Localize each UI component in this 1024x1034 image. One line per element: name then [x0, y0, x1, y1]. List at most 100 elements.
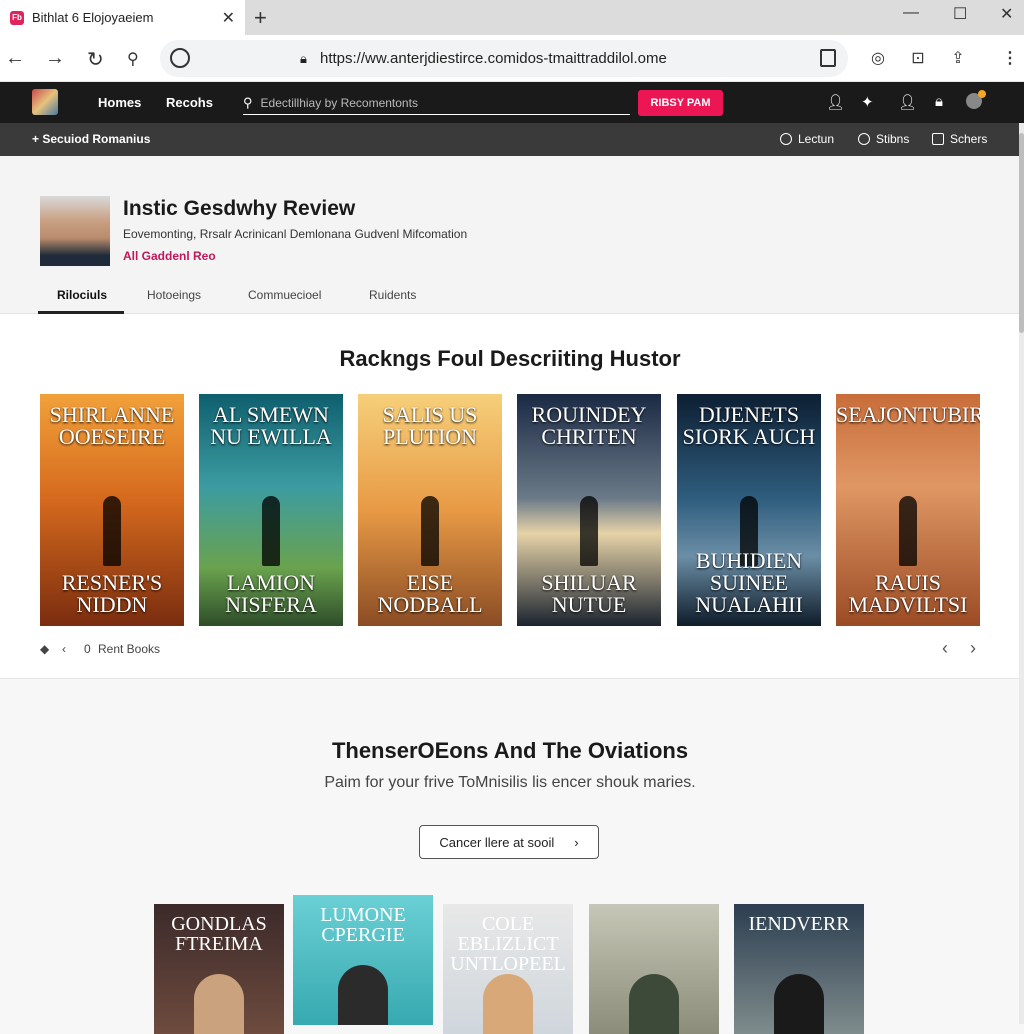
subnav-label: Lectun	[798, 132, 835, 146]
address-bar: ← → ↻ ⚲ 🔒︎ https://ww.anterjdiestirce.co…	[0, 35, 1024, 82]
nav-recohs[interactable]: Recohs	[166, 95, 213, 110]
window-close-icon[interactable]: ✕	[1000, 4, 1013, 24]
book-cover[interactable]: AL SMEWN NU EWILLA LAMION NISFERA	[199, 394, 343, 626]
clock-icon: 0	[84, 642, 91, 656]
subnav-lectun[interactable]: Lectun	[780, 132, 834, 146]
lock-icon[interactable]: 🔒︎	[300, 51, 307, 67]
book-subtitle: EISE NODBALL	[377, 570, 483, 617]
cta-button[interactable]: RIBSY PAM	[638, 90, 723, 116]
book-cover[interactable]: SHIRLANNE OOESEIRE RESNER'S NIDDN	[40, 394, 184, 626]
search-input[interactable]	[260, 95, 611, 110]
carousel-heading: Rackngs Foul Descriiting Hustor	[339, 346, 681, 371]
book-title: AL SMEWN NU EWILLA	[210, 402, 332, 449]
reader-icon[interactable]	[820, 49, 836, 67]
book-cover[interactable]: IENDVERR	[734, 904, 864, 1034]
notification-icon[interactable]	[966, 90, 986, 109]
book-figure	[262, 496, 280, 566]
site-favicon-icon: Fb	[10, 10, 24, 25]
breadcrumb-label: Secuiod Romanius	[42, 132, 151, 146]
avatar	[40, 196, 110, 266]
carousel-next-icon[interactable]: ›	[970, 638, 976, 659]
browser-tabstrip: Fb Bithlat 6 Elojoyaeiem ✕ + — ☐ ✕	[0, 0, 1024, 35]
prev-small-icon[interactable]: ‹	[62, 642, 66, 656]
share-icon[interactable]: ⇪	[948, 48, 968, 68]
book-title: GONDLAS FTREIMA	[171, 913, 267, 955]
subnav-label: Stibns	[876, 132, 910, 146]
book-figure	[338, 965, 388, 1025]
book-title: DIJENETS SIORK AUCH	[682, 402, 816, 449]
book-cover[interactable]: SALIS US PLUTION EISE NODBALL	[358, 394, 502, 626]
site-header: Homes Recohs ⚲ RIBSY PAM 👤︎ ✦ 👤︎ 🔒︎	[0, 82, 1024, 123]
book-figure	[629, 974, 679, 1034]
book-title: IENDVERR	[748, 913, 850, 935]
book-title: COLE EBLIZLICT UNTLOPEEL	[450, 913, 566, 975]
circle-icon	[780, 133, 792, 145]
tab-commuecioel[interactable]: Commuecioel	[248, 288, 321, 302]
search-icon[interactable]: ⚲	[243, 95, 253, 111]
book-subtitle: RAUIS MADVILTSI	[848, 570, 968, 617]
info-icon[interactable]	[170, 48, 190, 68]
book-cover[interactable]: COLE EBLIZLICT UNTLOPEEL	[443, 904, 573, 1034]
square-icon	[932, 133, 944, 145]
book-figure	[483, 974, 533, 1034]
book-subtitle: SHILUAR NUTUE	[541, 570, 637, 617]
url-field[interactable]: 🔒︎ https://ww.anterjdiestirce.comidos-tm…	[160, 40, 848, 77]
book-cover[interactable]: LUMONE CPERGIE	[293, 895, 433, 1025]
profile-icon[interactable]: 👤︎	[898, 93, 917, 111]
book-figure	[421, 496, 439, 566]
minimize-icon[interactable]: —	[903, 4, 919, 22]
maximize-icon[interactable]: ☐	[953, 4, 967, 24]
tab-rilociuls[interactable]: Rilociuls	[57, 288, 107, 302]
profile-link[interactable]: All Gaddenl Reo	[123, 249, 216, 263]
back-icon[interactable]: ←	[5, 47, 25, 70]
twitter-icon[interactable]: ✦	[861, 93, 874, 111]
site-logo[interactable]	[32, 89, 58, 115]
subnav-schers[interactable]: Schers	[932, 132, 987, 146]
book-title: ROUINDEY CHRITEN	[531, 402, 647, 449]
circle-icon	[858, 133, 870, 145]
book-cover[interactable]: DIJENETS SIORK AUCH BUHIDIEN SUINEE NUALA…	[677, 394, 821, 626]
book-subtitle: RESNER'S NIDDN	[61, 570, 163, 617]
lens-icon[interactable]: ⚲	[127, 49, 139, 69]
book-cover[interactable]	[589, 904, 719, 1034]
new-tab-icon[interactable]: +	[254, 5, 267, 31]
book-cover[interactable]: ROUINDEY CHRITEN SHILUAR NUTUE	[517, 394, 661, 626]
tab-ruidents[interactable]: Ruidents	[369, 288, 416, 302]
book-figure	[774, 974, 824, 1034]
tab-close-icon[interactable]: ✕	[222, 8, 235, 28]
subnav-label: Schers	[950, 132, 988, 146]
book-cover[interactable]: SEAJONTUBIRE RAUIS MADVILTSI	[836, 394, 980, 626]
page-title: Instic Gesdwhy Review	[123, 197, 356, 220]
scrollbar-thumb[interactable]	[1019, 133, 1024, 333]
tab-title: Bithlat 6 Elojoyaeiem	[32, 10, 154, 25]
book-figure	[194, 974, 244, 1034]
book-title: SALIS US PLUTION	[382, 402, 478, 449]
carousel-prev-icon[interactable]: ‹	[942, 638, 948, 659]
book-title: SHIRLANNE OOESEIRE	[49, 402, 175, 449]
subnav-stibns[interactable]: Stibns	[858, 132, 909, 146]
book-title: SEAJONTUBIRE	[836, 402, 980, 427]
nav-homes[interactable]: Homes	[98, 95, 141, 110]
carousel-label[interactable]: Rent Books	[98, 642, 160, 656]
thumbs-icon[interactable]: ◆	[40, 642, 49, 656]
tab-hotoeings[interactable]: Hotoeings	[147, 288, 201, 302]
browser-tab[interactable]: Fb Bithlat 6 Elojoyaeiem ✕	[0, 0, 245, 35]
page-scrollbar[interactable]	[1019, 123, 1024, 1024]
menu-icon[interactable]: ⋮	[1000, 48, 1020, 68]
user-icon[interactable]: 👤︎	[826, 93, 845, 111]
book-title: LUMONE CPERGIE	[320, 904, 406, 946]
profile-subtitle: Eovemonting, Rrsalr Acrinicanl Demlonana…	[123, 227, 468, 241]
reload-icon[interactable]: ↻	[87, 47, 104, 72]
section-cta-button[interactable]: Cancer llere at sooil ›	[419, 825, 599, 859]
cast-icon[interactable]: ◎	[868, 48, 888, 68]
breadcrumb[interactable]: + Secuiod Romanius	[32, 132, 150, 146]
screenshot-icon[interactable]: ⊡	[908, 48, 928, 68]
book-cover[interactable]: GONDLAS FTREIMA	[154, 904, 284, 1034]
lock-icon[interactable]: 🔒︎	[935, 93, 943, 110]
url-text[interactable]: https://ww.anterjdiestirce.comidos-tmait…	[320, 50, 667, 67]
plus-icon: +	[32, 132, 40, 146]
book-figure	[580, 496, 598, 566]
forward-icon[interactable]: →	[45, 47, 65, 70]
section-cta-label: Cancer llere at sooil	[439, 834, 555, 850]
book-subtitle: BUHIDIEN SUINEE NUALAHII	[695, 548, 803, 617]
